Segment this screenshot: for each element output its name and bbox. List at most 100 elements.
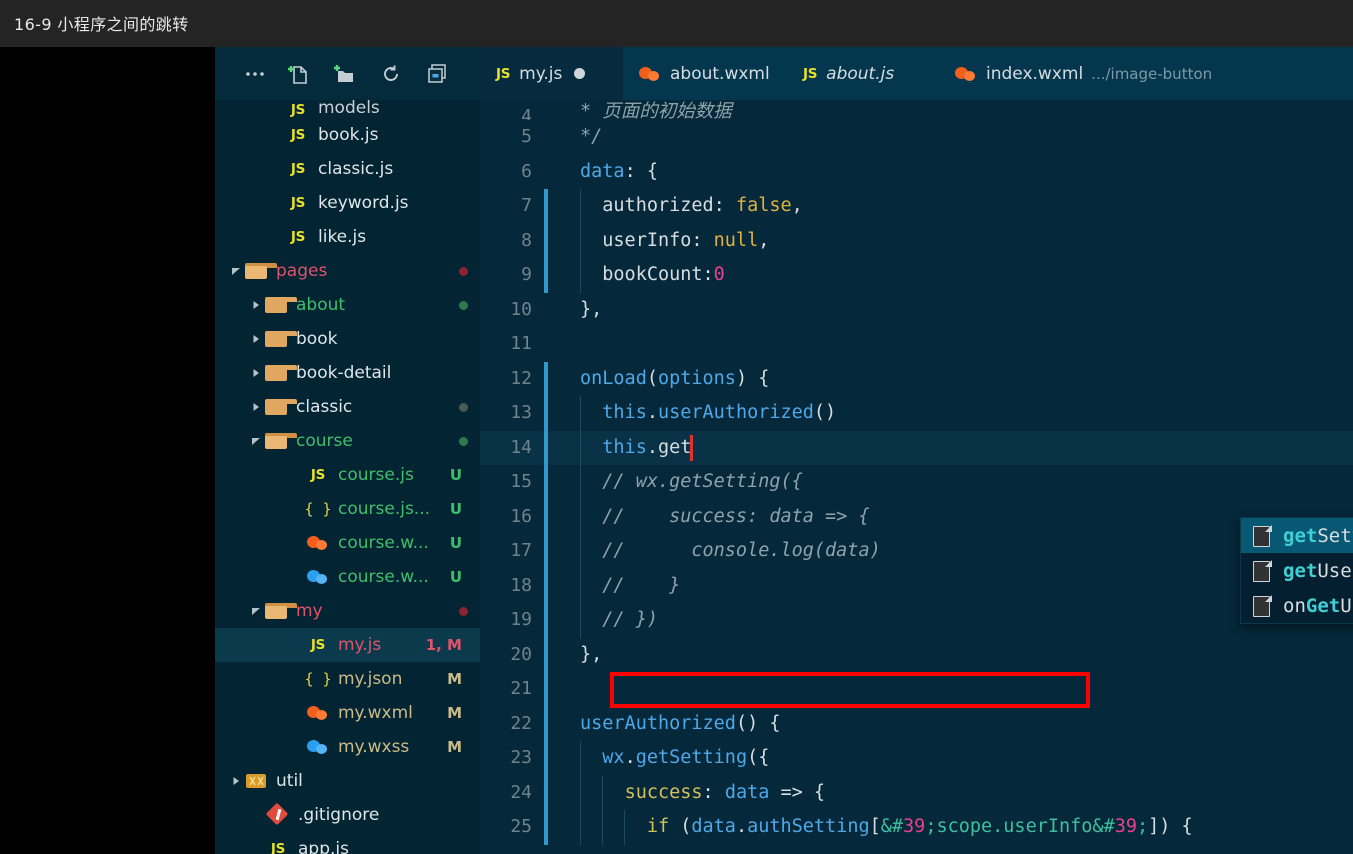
js-file-icon: JS <box>496 65 511 82</box>
new-folder-icon[interactable] <box>331 61 357 87</box>
tree-item-my[interactable]: my <box>215 594 480 628</box>
code-line[interactable]: 22 userAuthorized() { <box>480 706 1353 741</box>
tree-item-my-wxml[interactable]: my.wxml M <box>215 696 480 730</box>
code-line[interactable]: 20}, <box>480 637 1353 672</box>
file-tree[interactable]: JS models JS book.js JS classic.js JS keyword.j… <box>215 100 480 854</box>
tree-item-pages[interactable]: pages <box>215 254 480 288</box>
code-line[interactable]: 11 <box>480 327 1353 362</box>
tab-dirty-indicator[interactable] <box>574 68 586 79</box>
change-indicator <box>544 603 548 638</box>
line-number: 14 <box>510 436 532 458</box>
tree-item-book-detail[interactable]: book-detail <box>215 356 480 390</box>
suggestion-file-icon <box>1251 594 1273 618</box>
refresh-icon[interactable] <box>378 61 404 87</box>
code-line[interactable]: 25 if (data.authSetting[&#39;scope.userI… <box>480 810 1353 845</box>
tree-item-like-js[interactable]: JS like.js <box>215 220 480 254</box>
change-indicator <box>544 430 548 465</box>
tree-item-keyword-js[interactable]: JS keyword.js <box>215 186 480 220</box>
tree-item-label: classic.js <box>318 159 394 179</box>
more-actions-icon[interactable] <box>242 61 268 87</box>
file-icon-wrap: { } <box>304 670 331 688</box>
code-line[interactable]: 9 bookCount:0 <box>480 258 1353 293</box>
code-text: // console.log(data) <box>580 540 881 561</box>
code-line[interactable]: 6 data: { <box>480 155 1353 190</box>
code-line[interactable]: 24 success: data => { <box>480 775 1353 810</box>
editor-tab-bar[interactable]: JS my.js about.wxml JS about.js index.wxml...… <box>480 47 1353 100</box>
code-line[interactable]: 15 // wx.getSetting({ <box>480 465 1353 500</box>
code-line[interactable]: 13 this.userAuthorized() <box>480 396 1353 431</box>
collapse-all-icon[interactable] <box>424 61 450 87</box>
js-file-icon: JS <box>310 637 326 653</box>
file-icon-wrap <box>263 603 297 619</box>
tree-item-book[interactable]: book <box>215 322 480 356</box>
tree-item-course-js-[interactable]: { } course.js... U <box>215 492 480 526</box>
code-line[interactable]: 23 wx.getSetting({ <box>480 741 1353 776</box>
line-number: 20 <box>510 643 532 665</box>
chevron-down-icon[interactable] <box>249 604 263 618</box>
tree-item--gitignore[interactable]: .gitignore <box>215 798 480 832</box>
code-line[interactable]: 19 // }) <box>480 603 1353 638</box>
tree-item-label: course <box>296 431 353 451</box>
chevron-down-icon[interactable] <box>249 434 263 448</box>
git-status-badge: 1, M <box>425 636 462 654</box>
tree-item-my-wxss[interactable]: my.wxss M <box>215 730 480 764</box>
code-line[interactable]: 16 // success: data => { <box>480 499 1353 534</box>
change-indicator <box>544 223 548 258</box>
editor-tab-about-js[interactable]: JS about.js <box>787 47 939 100</box>
code-line[interactable]: 8 userInfo: null, <box>480 223 1353 258</box>
code-text: // success: data => { <box>580 505 870 527</box>
util-folder-icon <box>245 772 267 790</box>
autocomplete-item[interactable]: getUserInfo <box>1241 553 1353 588</box>
editor-tab-my-js[interactable]: JS my.js <box>480 47 623 100</box>
chevron-right-icon[interactable] <box>249 400 263 414</box>
chevron-down-icon[interactable] <box>229 264 243 278</box>
tree-item-my-json[interactable]: { } my.json M <box>215 662 480 696</box>
ac-text: onGetUserInfo <box>1283 594 1353 617</box>
chevron-right-icon[interactable] <box>249 298 263 312</box>
code-line[interactable]: 10}, <box>480 293 1353 328</box>
code-line[interactable]: 17 // console.log(data) <box>480 534 1353 569</box>
code-content[interactable]: 4 * 页面的初始数据 5 */ 6 data: {7 authorized: false… <box>480 100 1353 854</box>
tree-item-models[interactable]: JS models <box>215 100 480 118</box>
autocomplete-popup[interactable]: getSetting getUserInfo onGetUserInfo <box>1240 517 1353 624</box>
autocomplete-item[interactable]: getSetting <box>1241 518 1353 553</box>
line-number: 8 <box>521 229 532 251</box>
change-indicator <box>544 361 548 396</box>
file-icon-wrap <box>305 739 331 755</box>
window-title: 16-9 小程序之间的跳转 <box>14 15 189 34</box>
file-icon-wrap <box>263 365 297 381</box>
tree-item-classic-js[interactable]: JS classic.js <box>215 152 480 186</box>
new-file-icon[interactable] <box>285 61 311 87</box>
tree-item-course-w-[interactable]: course.w... U <box>215 560 480 594</box>
line-number: 12 <box>510 367 532 389</box>
git-status-badge: M <box>447 670 462 688</box>
tree-item-book-js[interactable]: JS book.js <box>215 118 480 152</box>
tree-item-my-js[interactable]: JS my.js 1, M <box>215 628 480 662</box>
code-line[interactable]: 4 * 页面的初始数据 <box>480 100 1353 120</box>
chevron-right-icon[interactable] <box>229 774 243 788</box>
tree-item-util[interactable]: util <box>215 764 480 798</box>
tree-item-about[interactable]: about <box>215 288 480 322</box>
code-line[interactable]: 18 // } <box>480 568 1353 603</box>
autocomplete-item[interactable]: onGetUserInfo <box>1241 588 1353 623</box>
line-number: 5 <box>521 126 532 147</box>
code-line[interactable]: 12 onLoad(options) { <box>480 361 1353 396</box>
tab-path-description: .../image-button <box>1091 64 1213 83</box>
chevron-right-icon[interactable] <box>249 332 263 346</box>
text-caret <box>690 434 693 461</box>
code-line[interactable]: 7 authorized: false, <box>480 189 1353 224</box>
chevron-right-icon[interactable] <box>249 366 263 380</box>
code-line[interactable]: 21 <box>480 672 1353 707</box>
editor-tab-index-wxml[interactable]: index.wxml .../image-button <box>939 47 1259 100</box>
tree-item-classic[interactable]: classic <box>215 390 480 424</box>
tree-item-course[interactable]: course <box>215 424 480 458</box>
line-number: 16 <box>510 505 532 527</box>
tree-item-app-js[interactable]: JS app.js <box>215 832 480 854</box>
code-line[interactable]: 14 this.get <box>480 430 1353 465</box>
editor-tab-about-wxml[interactable]: about.wxml <box>623 47 787 100</box>
tree-item-course-js[interactable]: JS course.js U <box>215 458 480 492</box>
code-line[interactable]: 5 */ <box>480 120 1353 155</box>
change-indicator <box>544 396 548 431</box>
tree-item-course-w-[interactable]: course.w... U <box>215 526 480 560</box>
code-text: // }) <box>580 609 658 630</box>
